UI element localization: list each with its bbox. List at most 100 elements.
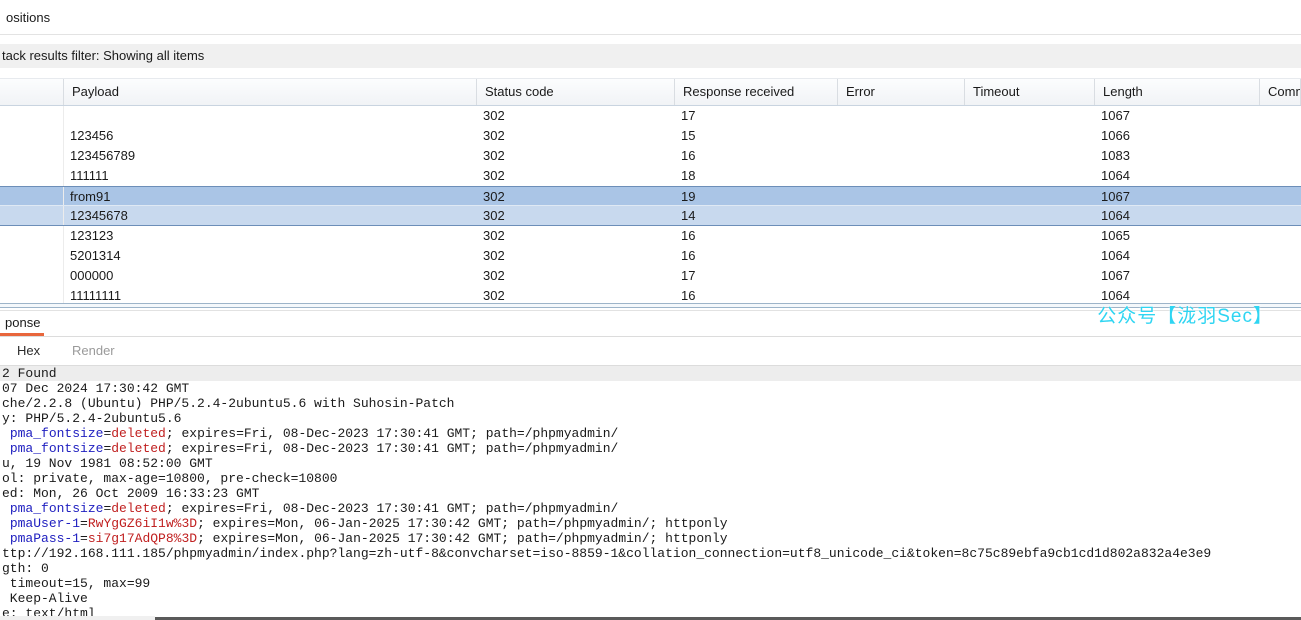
column-header-timeout[interactable]: Timeout bbox=[965, 79, 1095, 105]
cell-received: 16 bbox=[675, 146, 838, 166]
cell-payload: 123456789 bbox=[64, 146, 477, 166]
tab-positions[interactable]: ositions bbox=[2, 0, 54, 34]
cell-comment bbox=[1260, 187, 1301, 205]
response-line: u, 19 Nov 1981 08:52:00 GMT bbox=[0, 456, 1301, 471]
cell-num bbox=[0, 266, 64, 286]
cell-status: 302 bbox=[477, 166, 675, 186]
response-line: 07 Dec 2024 17:30:42 GMT bbox=[0, 381, 1301, 396]
column-header-comment[interactable]: Comm bbox=[1260, 79, 1301, 105]
cell-status: 302 bbox=[477, 146, 675, 166]
response-line: pma_fontsize=deleted; expires=Fri, 08-De… bbox=[0, 426, 1301, 441]
tab-response[interactable]: ponse bbox=[2, 312, 43, 333]
cell-error bbox=[838, 166, 965, 186]
cell-timeout bbox=[965, 266, 1095, 286]
cell-num bbox=[0, 126, 64, 146]
cell-status: 302 bbox=[477, 246, 675, 266]
cell-payload: 123456 bbox=[64, 126, 477, 146]
active-tab-underline bbox=[0, 333, 44, 336]
cell-received: 14 bbox=[675, 206, 838, 225]
cell-comment bbox=[1260, 126, 1301, 146]
table-row[interactable]: 123456302151066 bbox=[0, 126, 1301, 146]
cell-status: 302 bbox=[477, 106, 675, 126]
cell-timeout bbox=[965, 187, 1095, 205]
results-table-header: PayloadStatus codeResponse receivedError… bbox=[0, 78, 1301, 106]
cell-error bbox=[838, 246, 965, 266]
table-row[interactable]: 123123302161065 bbox=[0, 226, 1301, 246]
subtab-render[interactable]: Render bbox=[72, 337, 115, 365]
cell-num bbox=[0, 146, 64, 166]
cell-payload: 5201314 bbox=[64, 246, 477, 266]
column-header-error[interactable]: Error bbox=[838, 79, 965, 105]
response-line: ol: private, max-age=10800, pre-check=10… bbox=[0, 471, 1301, 486]
cell-error bbox=[838, 146, 965, 166]
cell-payload: 000000 bbox=[64, 266, 477, 286]
table-row[interactable]: 000000302171067 bbox=[0, 266, 1301, 286]
results-table: PayloadStatus codeResponse receivedError… bbox=[0, 78, 1301, 306]
cell-error bbox=[838, 106, 965, 126]
tab-bar: ositions bbox=[0, 0, 1301, 35]
cell-timeout bbox=[965, 226, 1095, 246]
cell-payload: 123123 bbox=[64, 226, 477, 246]
column-header-received[interactable]: Response received bbox=[675, 79, 838, 105]
response-text-area[interactable]: 2 Found07 Dec 2024 17:30:42 GMTche/2.2.8… bbox=[0, 366, 1301, 620]
attack-results-filter-bar[interactable]: tack results filter: Showing all items bbox=[0, 44, 1301, 68]
table-row[interactable]: 520131430216 1064 bbox=[0, 246, 1301, 266]
column-header-status[interactable]: Status code bbox=[477, 79, 675, 105]
divider bbox=[0, 310, 1301, 311]
cell-received: 18 bbox=[675, 166, 838, 186]
cell-status: 302 bbox=[477, 206, 675, 225]
response-line: Keep-Alive bbox=[0, 591, 1301, 606]
cell-received: 16 bbox=[675, 226, 838, 246]
subtab-hex[interactable]: Hex bbox=[17, 337, 40, 365]
cell-num bbox=[0, 166, 64, 186]
horizontal-scrollbar[interactable] bbox=[0, 616, 155, 620]
cell-length: 1067 bbox=[1095, 187, 1260, 205]
cell-comment bbox=[1260, 146, 1301, 166]
cell-comment bbox=[1260, 106, 1301, 126]
cell-timeout bbox=[965, 246, 1095, 266]
response-line: ed: Mon, 26 Oct 2009 16:33:23 GMT bbox=[0, 486, 1301, 501]
table-row[interactable]: 302171067 bbox=[0, 106, 1301, 126]
splitter[interactable] bbox=[0, 303, 1301, 308]
results-table-body: 3021710671234563021510661234567893021610… bbox=[0, 106, 1301, 306]
cell-timeout bbox=[965, 206, 1095, 225]
cell-comment bbox=[1260, 226, 1301, 246]
cell-error bbox=[838, 187, 965, 205]
cell-comment bbox=[1260, 246, 1301, 266]
response-tabstrip: ponse bbox=[0, 312, 1301, 337]
response-line: y: PHP/5.2.4-2ubuntu5.6 bbox=[0, 411, 1301, 426]
cell-length: 1066 bbox=[1095, 126, 1260, 146]
cell-payload bbox=[64, 106, 477, 126]
table-row[interactable]: 12345678302141064 bbox=[0, 206, 1301, 226]
cell-length: 1067 bbox=[1095, 106, 1260, 126]
cell-error bbox=[838, 126, 965, 146]
filter-status-text: tack results filter: Showing all items bbox=[0, 44, 1301, 68]
table-row[interactable]: 11111130218 1064 bbox=[0, 166, 1301, 186]
cell-received: 16 bbox=[675, 246, 838, 266]
response-line: pma_fontsize=deleted; expires=Fri, 08-De… bbox=[0, 501, 1301, 516]
cell-num bbox=[0, 206, 64, 225]
cell-timeout bbox=[965, 146, 1095, 166]
cell-timeout bbox=[965, 166, 1095, 186]
cell-error bbox=[838, 266, 965, 286]
column-header-num[interactable] bbox=[0, 79, 64, 105]
cell-received: 19 bbox=[675, 187, 838, 205]
column-header-length[interactable]: Length bbox=[1095, 79, 1260, 105]
response-line: 2 Found bbox=[0, 366, 1301, 381]
cell-length: 1064 bbox=[1095, 246, 1260, 266]
cell-received: 15 bbox=[675, 126, 838, 146]
response-line: che/2.2.8 (Ubuntu) PHP/5.2.4-2ubuntu5.6 … bbox=[0, 396, 1301, 411]
cell-status: 302 bbox=[477, 226, 675, 246]
cell-num bbox=[0, 106, 64, 126]
cell-payload: 111111 bbox=[64, 166, 477, 186]
cell-num bbox=[0, 187, 64, 205]
response-line: gth: 0 bbox=[0, 561, 1301, 576]
table-row[interactable]: from91302191067 bbox=[0, 186, 1301, 206]
cell-status: 302 bbox=[477, 266, 675, 286]
cell-num bbox=[0, 226, 64, 246]
column-header-payload[interactable]: Payload bbox=[64, 79, 477, 105]
table-row[interactable]: 123456789302161083 bbox=[0, 146, 1301, 166]
cell-comment bbox=[1260, 166, 1301, 186]
cell-length: 1064 bbox=[1095, 166, 1260, 186]
cell-length: 1067 bbox=[1095, 266, 1260, 286]
